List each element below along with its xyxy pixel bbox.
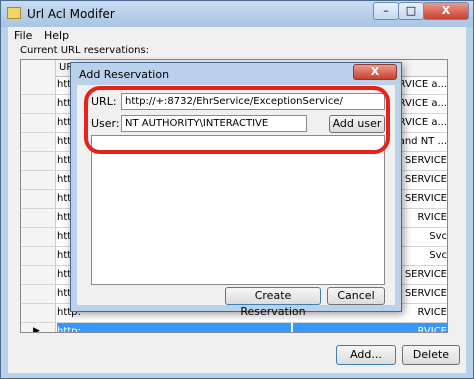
row-header[interactable]	[21, 285, 56, 303]
row-header[interactable]	[21, 247, 56, 265]
users-list[interactable]	[91, 135, 385, 285]
title-bar[interactable]: Url Acl Modifer – □ X	[1, 1, 473, 27]
row-header[interactable]: ▶	[21, 323, 56, 333]
minimize-button[interactable]: –	[373, 2, 399, 20]
dialog-close-button[interactable]: X	[353, 64, 397, 80]
user-cell[interactable]: RVICE	[293, 323, 447, 332]
url-cell[interactable]: http:	[57, 323, 291, 332]
row-header[interactable]	[21, 209, 56, 227]
cancel-button[interactable]: Cancel	[327, 287, 385, 305]
close-button[interactable]: X	[423, 2, 469, 20]
row-header[interactable]	[21, 304, 56, 322]
menu-help[interactable]: Help	[44, 29, 69, 42]
row-header[interactable]	[21, 190, 56, 208]
add-button[interactable]: Add...	[336, 345, 396, 365]
menu-bar: File Help	[8, 27, 466, 45]
red-highlight-annotation	[84, 86, 390, 154]
app-folder-icon	[7, 7, 21, 19]
create-reservation-button[interactable]: Create Reservation	[225, 287, 321, 318]
row-header[interactable]	[21, 152, 56, 170]
row-header[interactable]	[21, 95, 56, 113]
maximize-button[interactable]: □	[398, 2, 424, 20]
row-header[interactable]	[21, 228, 56, 246]
row-header[interactable]	[21, 266, 56, 284]
table-row[interactable]: ▶ http: RVICE	[21, 323, 447, 333]
dialog-title: Add Reservation	[79, 68, 170, 81]
menu-file[interactable]: File	[14, 29, 32, 42]
row-pointer-icon: ▶	[33, 326, 40, 333]
row-header[interactable]	[21, 133, 56, 151]
window-title: Url Acl Modifer	[27, 7, 115, 21]
row-header-corner	[21, 60, 56, 76]
delete-button[interactable]: Delete	[402, 345, 460, 365]
row-header[interactable]	[21, 76, 56, 94]
row-header[interactable]	[21, 171, 56, 189]
row-header[interactable]	[21, 114, 56, 132]
reservations-label: Current URL reservations:	[20, 45, 150, 56]
